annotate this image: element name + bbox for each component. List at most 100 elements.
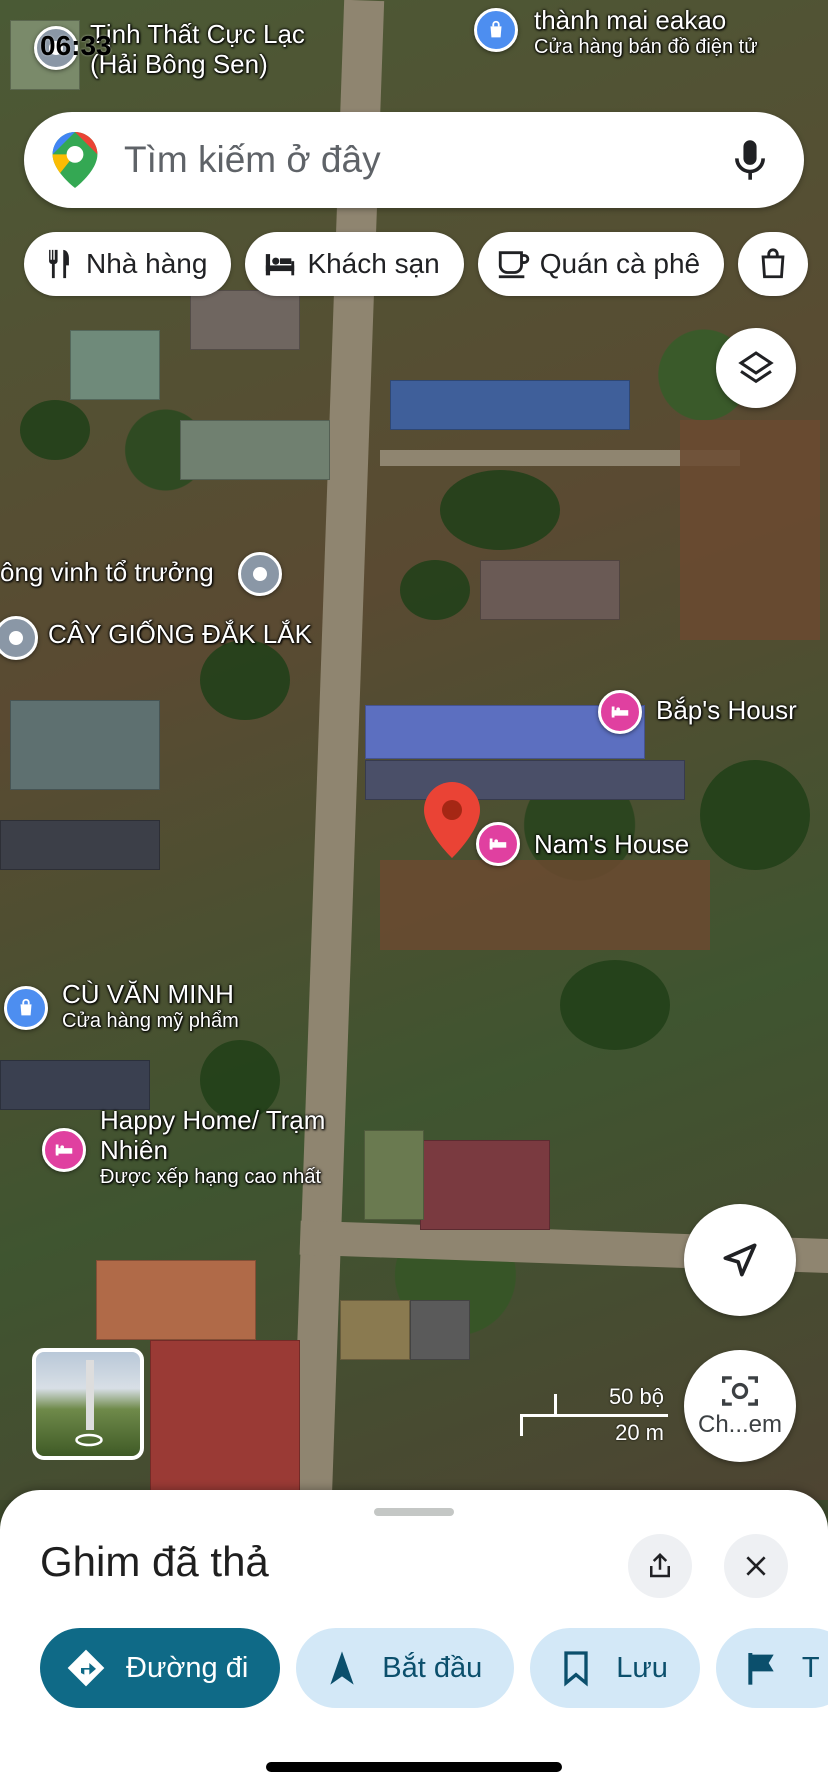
scale-tick	[520, 1414, 523, 1436]
place-name: Bắp's Housr	[656, 695, 797, 725]
scale-metric: 20 m	[615, 1420, 664, 1445]
chip-label: Khách sạn	[307, 248, 440, 279]
building	[96, 1260, 256, 1340]
close-icon	[746, 1556, 766, 1576]
place-label[interactable]: CÙ VĂN MINH Cửa hàng mỹ phẩm	[62, 979, 239, 1033]
hotel-pin-icon[interactable]	[598, 690, 642, 734]
place-label[interactable]: Nam's House	[534, 829, 690, 860]
close-button[interactable]	[724, 1534, 788, 1598]
place-pin-icon[interactable]	[238, 552, 282, 596]
place-name: ông vinh tổ trưởng	[0, 557, 214, 587]
google-maps-pin-icon	[52, 132, 98, 188]
my-location-button[interactable]	[684, 1204, 796, 1316]
place-name: Nam's House	[534, 829, 690, 859]
place-subtitle: Cửa hàng bán đồ điện tử	[534, 35, 758, 58]
street-view-thumbnail[interactable]	[32, 1348, 144, 1460]
place-label[interactable]: ông vinh tổ trưởng	[0, 557, 214, 588]
shopping-pin-icon[interactable]	[474, 8, 518, 52]
dropped-pin-icon[interactable]	[424, 782, 480, 858]
category-chips: Nhà hàng Khách sạn Quán cà phê	[24, 232, 809, 296]
shopping-bag-icon	[761, 248, 785, 279]
building	[10, 700, 160, 790]
building	[410, 1300, 470, 1360]
scale-tick	[554, 1394, 557, 1416]
place-name: CÙ VĂN MINH	[62, 979, 234, 1009]
place-subtitle: Cửa hàng mỹ phẩm	[62, 1009, 239, 1032]
bookmark-icon	[564, 1651, 588, 1687]
place-label[interactable]: Bắp's Housr	[656, 695, 797, 726]
sheet-drag-handle[interactable]	[374, 1508, 454, 1516]
place-label[interactable]: CÂY GIỐNG ĐẮK LẮK	[48, 619, 312, 650]
lens-label: Ch...em	[697, 1411, 783, 1438]
building	[70, 330, 160, 400]
hotel-bed-icon	[266, 254, 295, 276]
chip-shopping[interactable]	[738, 232, 809, 296]
place-name: CÂY GIỐNG ĐẮK LẮK	[48, 619, 312, 649]
directions-button[interactable]: Đường đi	[40, 1628, 281, 1708]
action-label: T	[801, 1651, 820, 1684]
start-button[interactable]: Bắt đầu	[296, 1628, 515, 1708]
place-name: Tịnh Thất Cực Lạc	[90, 19, 305, 49]
search-bar[interactable]: Tìm kiếm ở đây	[24, 112, 804, 208]
building	[0, 1060, 150, 1110]
building	[150, 1340, 300, 1500]
shopping-pin-icon[interactable]	[4, 986, 48, 1030]
place-subtitle: (Hải Bông Sen)	[90, 48, 268, 79]
scale-bar	[520, 1414, 668, 1417]
hotel-bed-icon	[611, 706, 629, 718]
building	[390, 380, 630, 430]
dirt-patch	[380, 860, 710, 950]
share-button[interactable]	[628, 1534, 692, 1598]
lens-button[interactable]: Ch...em	[684, 1350, 796, 1462]
shopping-bag-icon	[490, 20, 502, 38]
tree	[200, 640, 290, 720]
chip-coffee[interactable]: Quán cà phê	[477, 232, 725, 296]
tree	[400, 560, 470, 620]
dirt-patch	[680, 420, 820, 640]
chip-label: Nhà hàng	[86, 248, 208, 279]
coffee-cup-icon	[498, 251, 530, 279]
building	[340, 1300, 410, 1360]
map-scale: 50 bộ 20 m	[518, 1384, 668, 1445]
navigation-arrow-icon	[330, 1651, 354, 1685]
search-input[interactable]: Tìm kiếm ở đây	[124, 139, 730, 181]
save-button[interactable]: Lưu	[530, 1628, 700, 1708]
building	[190, 290, 300, 350]
rotate-360-icon	[75, 1433, 103, 1447]
action-label: Đường đi	[126, 1651, 249, 1684]
bottom-sheet[interactable]: Ghim đã thả Đường đi Bắt đầu Lưu T	[0, 1490, 828, 1792]
home-indicator[interactable]	[266, 1762, 562, 1772]
chip-hotels[interactable]: Khách sạn	[245, 232, 464, 296]
place-label[interactable]: thành mai eakao Cửa hàng bán đồ điện tử	[534, 5, 758, 59]
hotel-pin-icon[interactable]	[476, 822, 520, 866]
place-label[interactable]: Tịnh Thất Cực Lạc (Hải Bông Sen)	[90, 19, 305, 80]
action-buttons: Đường đi Bắt đầu Lưu T	[40, 1628, 828, 1708]
place-name: Happy Home/ Trạm Nhiên	[100, 1105, 326, 1165]
layers-icon	[738, 351, 774, 384]
navigation-arrow-icon	[723, 1243, 757, 1277]
building	[420, 1140, 550, 1230]
building	[180, 420, 330, 480]
shopping-bag-icon	[20, 998, 32, 1016]
place-pin-icon[interactable]	[0, 616, 38, 660]
tree	[20, 400, 90, 460]
label-button[interactable]: T	[715, 1628, 828, 1708]
scale-imperial: 50 bộ	[608, 1384, 664, 1409]
tree	[560, 960, 670, 1050]
hotel-pin-icon[interactable]	[42, 1128, 86, 1172]
action-label: Bắt đầu	[382, 1651, 483, 1684]
microphone-icon[interactable]	[730, 137, 770, 183]
status-time: 06:33	[40, 30, 112, 61]
flag-icon	[748, 1653, 774, 1685]
chip-restaurants[interactable]: Nhà hàng	[24, 232, 232, 296]
layers-button[interactable]	[716, 328, 796, 408]
building	[364, 1130, 424, 1220]
chip-label: Quán cà phê	[539, 248, 701, 279]
sheet-title: Ghim đã thả	[40, 1538, 269, 1585]
hotel-bed-icon	[489, 838, 507, 850]
building	[480, 560, 620, 620]
place-label[interactable]: Happy Home/ Trạm Nhiên Được xếp hạng cao…	[100, 1105, 360, 1189]
place-subtitle: Được xếp hạng cao nhất	[100, 1165, 322, 1188]
action-label: Lưu	[616, 1651, 668, 1684]
building	[0, 820, 160, 870]
